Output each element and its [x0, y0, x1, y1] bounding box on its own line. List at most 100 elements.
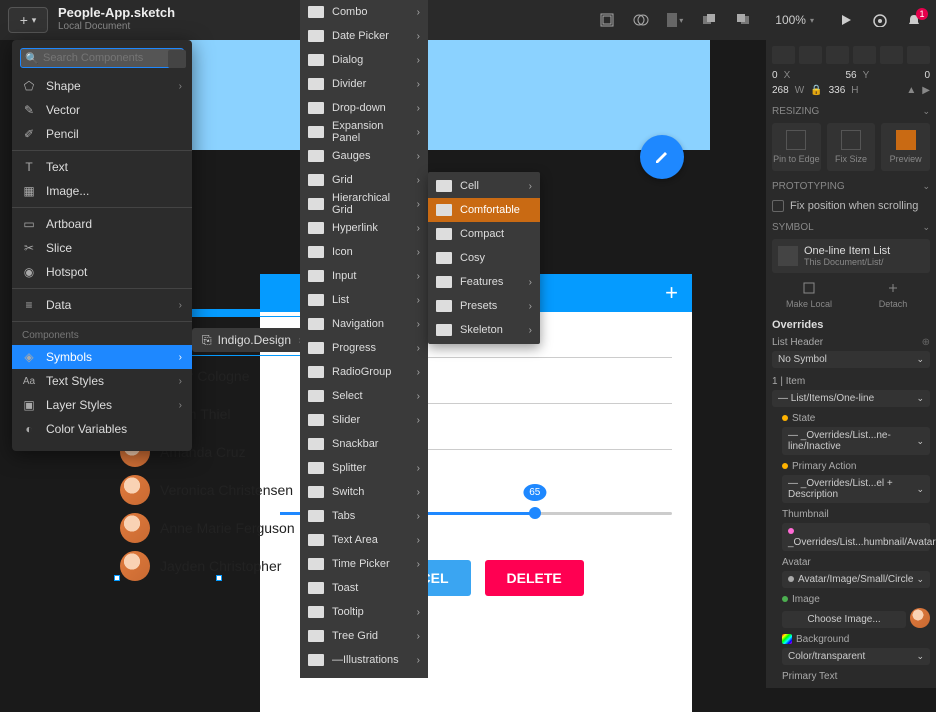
- color-icon[interactable]: ▾: [667, 12, 683, 28]
- play-icon[interactable]: [838, 12, 854, 28]
- component-hierarchical-grid[interactable]: Hierarchical Grid›: [300, 192, 428, 216]
- size-w[interactable]: 268: [772, 85, 789, 96]
- component-radiogroup[interactable]: RadioGroup›: [300, 360, 428, 384]
- avatar-select[interactable]: Avatar/Image/Small/Circle⌄: [782, 571, 930, 588]
- background-select[interactable]: Color/transparent⌄: [782, 648, 930, 665]
- insert-slice[interactable]: ✂Slice: [12, 236, 192, 260]
- component-select[interactable]: Select›: [300, 384, 428, 408]
- document-title-stack: People-App.sketch Local Document: [58, 6, 175, 34]
- delete-button[interactable]: DELETE: [485, 560, 584, 596]
- resize-handle[interactable]: [216, 575, 222, 581]
- rotation[interactable]: 0: [924, 70, 930, 81]
- grid-view-icon[interactable]: [168, 50, 186, 68]
- insert-hotspot[interactable]: ◉Hotspot: [12, 260, 192, 284]
- insert-shape[interactable]: ⬠Shape›: [12, 74, 192, 98]
- search-input[interactable]: [20, 48, 184, 68]
- insert-button[interactable]: + ▾: [8, 7, 48, 33]
- component-list[interactable]: List›: [300, 288, 428, 312]
- component-slider[interactable]: Slider›: [300, 408, 428, 432]
- component-navigation[interactable]: Navigation›: [300, 312, 428, 336]
- cloud-icon[interactable]: [872, 12, 888, 28]
- notifications-icon[interactable]: 1: [906, 12, 922, 28]
- component-date-picker[interactable]: Date Picker›: [300, 24, 428, 48]
- component-tooltip[interactable]: Tooltip›: [300, 600, 428, 624]
- insert-text-styles[interactable]: AaText Styles›: [12, 369, 192, 393]
- list-item[interactable]: Anne Marie Ferguson: [120, 509, 320, 547]
- grid-features[interactable]: Features›: [428, 270, 540, 294]
- grid-cell[interactable]: Cell›: [428, 174, 540, 198]
- insert-color-variables[interactable]: ◐Color Variables: [12, 417, 192, 441]
- make-local-button[interactable]: Make Local: [772, 281, 846, 309]
- insert-layer-styles[interactable]: ▣Layer Styles›: [12, 393, 192, 417]
- component-time-picker[interactable]: Time Picker›: [300, 552, 428, 576]
- link-icon: ⎘: [202, 333, 212, 348]
- backward-icon[interactable]: [735, 12, 751, 28]
- grid-comfortable[interactable]: Comfortable: [428, 198, 540, 222]
- primary-action-select[interactable]: — _Overrides/List...el + Description⌄: [782, 475, 930, 503]
- forward-icon[interactable]: [701, 12, 717, 28]
- add-icon[interactable]: +: [665, 280, 678, 306]
- component-splitter[interactable]: Splitter›: [300, 456, 428, 480]
- component-dialog[interactable]: Dialog›: [300, 48, 428, 72]
- size-h[interactable]: 336: [829, 85, 846, 96]
- component-expansion-panel[interactable]: Expansion Panel›: [300, 120, 428, 144]
- flip-h-icon[interactable]: ▲: [906, 85, 916, 96]
- component-grid[interactable]: Grid›: [300, 168, 428, 192]
- detach-button[interactable]: Detach: [856, 281, 930, 309]
- state-select[interactable]: — _Overrides/List...ne-line/Inactive⌄: [782, 427, 930, 455]
- fix-position-checkbox[interactable]: Fix position when scrolling: [772, 200, 930, 212]
- insert-artboard[interactable]: ▭Artboard: [12, 212, 192, 236]
- thumbnail-select[interactable]: _Overrides/List...humbnail/Avatar⌄: [782, 523, 930, 551]
- fix-size[interactable]: Fix Size: [827, 123, 876, 171]
- component-text-area[interactable]: Text Area›: [300, 528, 428, 552]
- insert-vector[interactable]: ✎Vector: [12, 98, 192, 122]
- document-title: People-App.sketch: [58, 6, 175, 20]
- component-combo[interactable]: Combo›: [300, 0, 428, 24]
- resize-handle[interactable]: [114, 575, 120, 581]
- add-override-icon[interactable]: ⊕: [922, 337, 930, 348]
- component-input[interactable]: Input›: [300, 264, 428, 288]
- submenu-library[interactable]: ⎘ Indigo.Design›: [192, 328, 312, 352]
- insert-symbols[interactable]: ◈Symbols›: [12, 345, 192, 369]
- component-toast[interactable]: Toast: [300, 576, 428, 600]
- resizing-label: RESIZING: [772, 106, 819, 117]
- grid-compact[interactable]: Compact: [428, 222, 540, 246]
- list-item[interactable]: Veronica Christensen: [120, 471, 320, 509]
- search-icon: 🔍: [25, 52, 39, 65]
- symbol-label: SYMBOL: [772, 222, 814, 233]
- pos-x[interactable]: 0: [772, 70, 778, 81]
- insert-pencil[interactable]: ✐Pencil: [12, 122, 192, 146]
- chevron-down-icon[interactable]: ⌄: [922, 106, 930, 117]
- item-override-select[interactable]: — List/Items/One-line⌄: [772, 390, 930, 407]
- combine-icon[interactable]: [633, 12, 649, 28]
- insert-image[interactable]: ▦Image...: [12, 179, 192, 203]
- flip-v-icon[interactable]: ▶: [922, 85, 930, 96]
- component-switch[interactable]: Switch›: [300, 480, 428, 504]
- component-snackbar[interactable]: Snackbar: [300, 432, 428, 456]
- pin-to-edge[interactable]: Pin to Edge: [772, 123, 821, 171]
- component-hyperlink[interactable]: Hyperlink›: [300, 216, 428, 240]
- choose-image-button[interactable]: Choose Image...: [782, 611, 906, 628]
- component-drop-down[interactable]: Drop-down›: [300, 96, 428, 120]
- avatar: [120, 551, 150, 581]
- component-gauges[interactable]: Gauges›: [300, 144, 428, 168]
- component-divider[interactable]: Divider›: [300, 72, 428, 96]
- symbol-source[interactable]: One-line Item ListThis Document/List/: [772, 239, 930, 273]
- fab-edit-button[interactable]: [640, 135, 684, 179]
- zoom-level[interactable]: 100%▾: [769, 13, 820, 27]
- grid-skeleton[interactable]: Skeleton›: [428, 318, 540, 342]
- grid-presets[interactable]: Presets›: [428, 294, 540, 318]
- pos-y[interactable]: 56: [845, 70, 856, 81]
- preview-resizing[interactable]: Preview: [881, 123, 930, 171]
- component-tabs[interactable]: Tabs›: [300, 504, 428, 528]
- component-tree-grid[interactable]: Tree Grid›: [300, 624, 428, 648]
- insert-data[interactable]: ≡Data›: [12, 293, 192, 317]
- component--illustrations[interactable]: —Illustrations›: [300, 648, 428, 672]
- no-symbol-select[interactable]: No Symbol⌄: [772, 351, 930, 368]
- group-selection-icon[interactable]: [599, 12, 615, 28]
- insert-text[interactable]: TText: [12, 155, 192, 179]
- align-controls[interactable]: [772, 46, 930, 64]
- grid-cosy[interactable]: Cosy: [428, 246, 540, 270]
- component-icon[interactable]: Icon›: [300, 240, 428, 264]
- component-progress[interactable]: Progress›: [300, 336, 428, 360]
